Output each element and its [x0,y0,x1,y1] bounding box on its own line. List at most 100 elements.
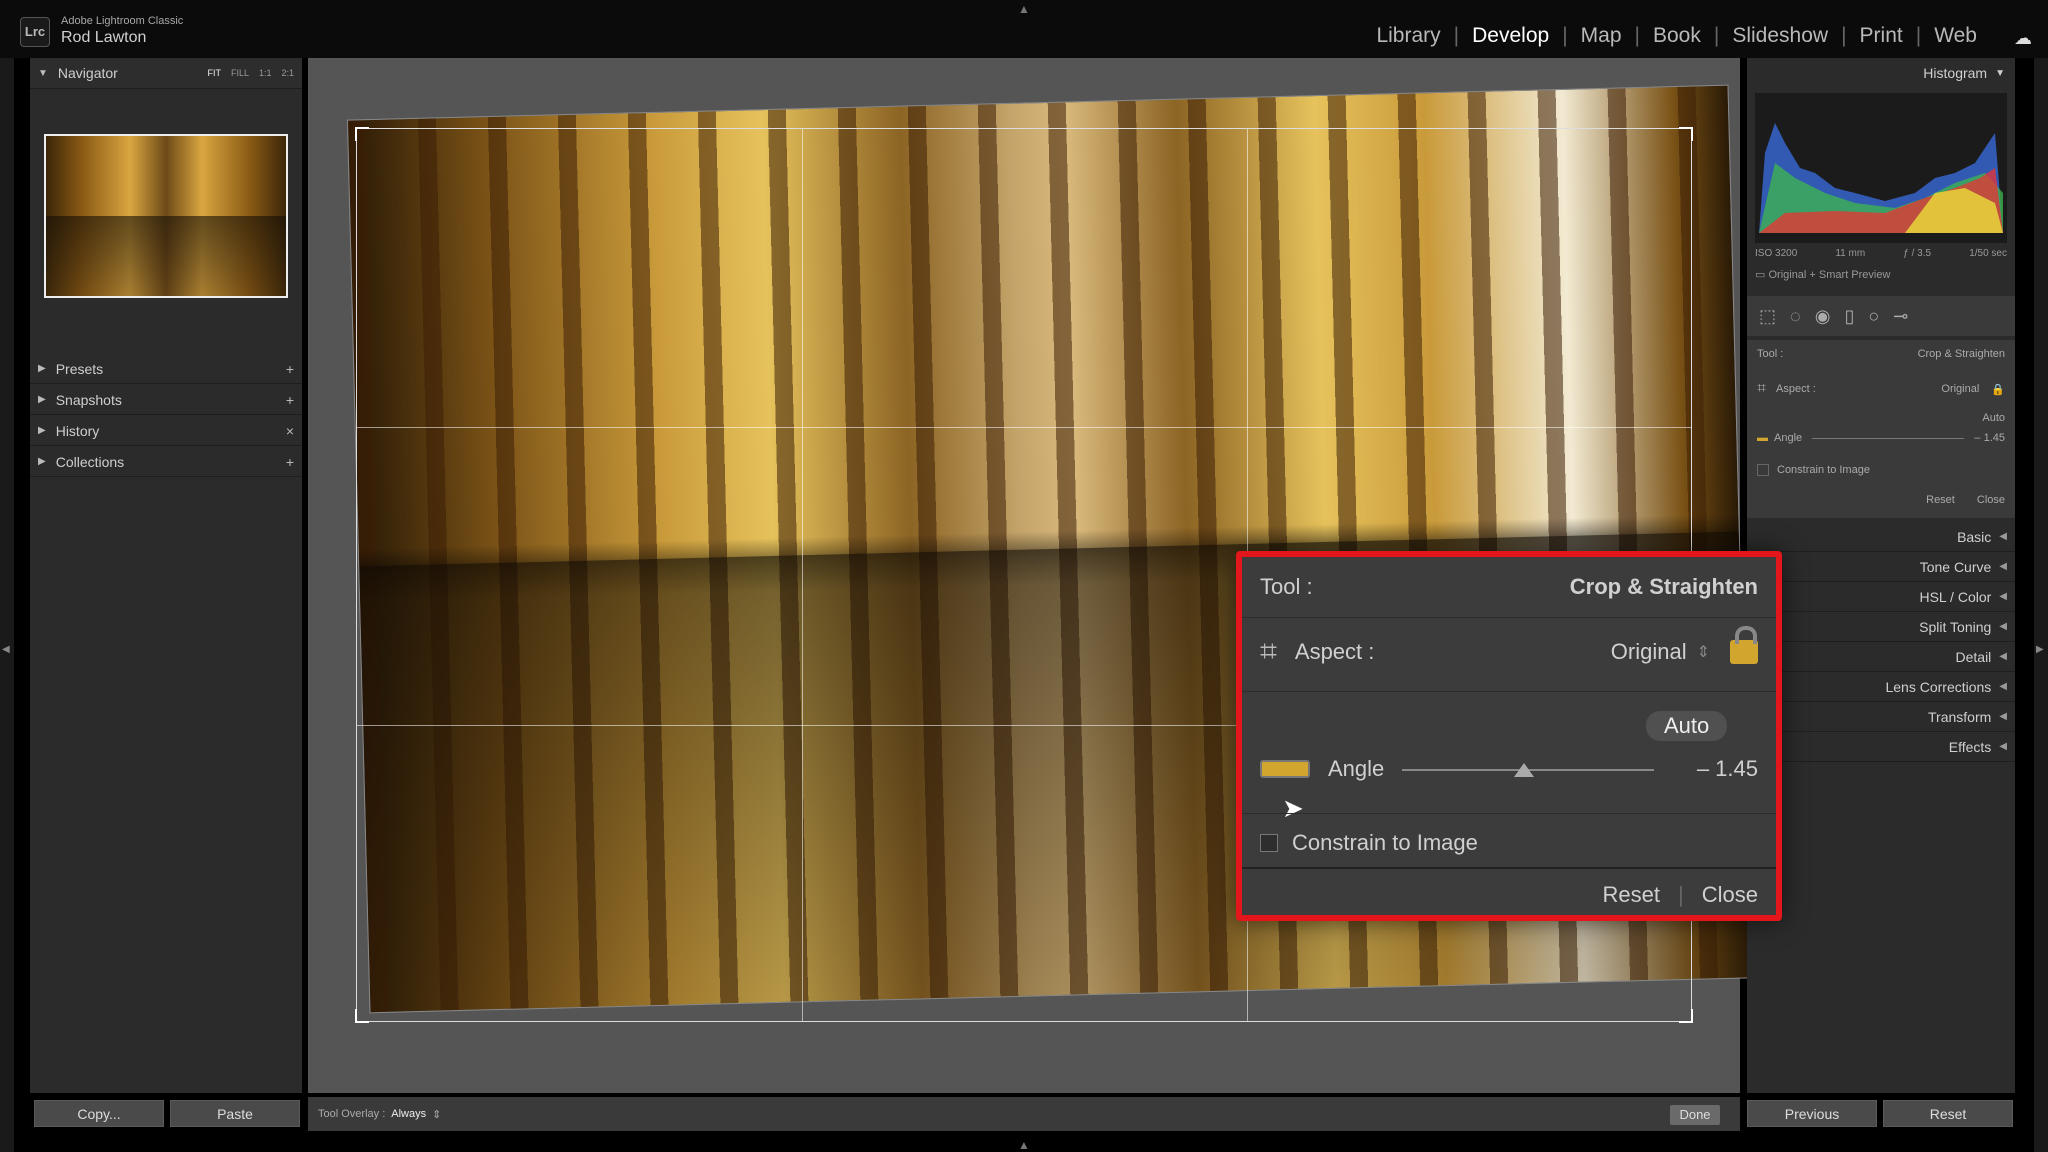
expand-triangle-icon: ▶ [38,425,46,436]
copy-settings-button[interactable]: Copy... [34,1100,164,1127]
aspect-lock-icon[interactable]: 🔒 [1991,383,2005,396]
module-print[interactable]: Print [1847,24,1916,48]
crop-reset-button[interactable]: Reset [1603,882,1660,908]
crop-close-button[interactable]: Close [1702,882,1758,908]
module-library[interactable]: Library [1363,24,1453,48]
divider [1242,813,1776,814]
preview-label: Original + Smart Preview [1768,269,1891,281]
angle-value[interactable]: – 1.45 [1697,756,1758,782]
navigator-header[interactable]: ▼ Navigator FIT FILL 1:1 2:1 [30,58,302,89]
zoom-fill[interactable]: FILL [231,68,249,78]
panel-effects[interactable]: Effects ◀ [1747,732,2015,762]
tool-overlay-select[interactable]: Always [391,1108,426,1120]
crop-reset-button[interactable]: Reset [1926,494,1955,506]
left-panel: ▼ Navigator FIT FILL 1:1 2:1 ▶ Presets + ▶… [30,58,302,1093]
panel-label: HSL / Color [1919,588,1992,605]
add-snapshot-button[interactable]: + [286,392,294,408]
previous-button[interactable]: Previous [1747,1100,1877,1127]
panel-presets[interactable]: ▶ Presets + [30,354,302,384]
panel-collections[interactable]: ▶ Collections + [30,447,302,477]
straighten-level-icon[interactable] [1260,760,1310,778]
constrain-label: Constrain to Image [1777,464,1870,476]
panel-label: Split Toning [1919,618,1992,635]
adjustment-brush-icon[interactable]: ⊸ [1893,306,1908,327]
histogram[interactable] [1755,93,2007,243]
crop-close-button[interactable]: Close [1977,494,2005,506]
aspect-select[interactable]: Original [1941,383,1979,395]
aspect-lock-icon[interactable] [1730,626,1758,664]
histogram-header[interactable]: Histogram ▼ [1747,58,2015,88]
histogram-graph [1759,123,2003,233]
crop-handle[interactable] [1679,127,1693,141]
crop-frame-icon[interactable]: ⌗ [1260,635,1277,669]
aspect-select[interactable]: Original [1611,639,1687,665]
add-preset-button[interactable]: + [286,361,294,377]
module-slideshow[interactable]: Slideshow [1719,24,1841,48]
navigator-zoom-options: FIT FILL 1:1 2:1 [207,68,294,78]
aspect-label: Aspect : [1294,639,1375,664]
radial-filter-icon[interactable]: ○ [1868,306,1879,327]
auto-straighten-button[interactable]: Auto [1646,711,1728,741]
crop-grid-line [802,129,803,1021]
expand-triangle-icon: ◀ [1999,741,2007,752]
right-panel: Histogram ▼ ISO 3200 11 mm ƒ / 3.5 1/50 … [1747,58,2015,1093]
angle-slider-thumb[interactable] [1513,763,1534,777]
constrain-label: Constrain to Image [1292,830,1478,855]
auto-straighten-button[interactable]: Auto [1982,412,2005,424]
panel-transform[interactable]: Transform ◀ [1747,702,2015,732]
divider [1242,867,1776,869]
collapse-bottom-arrow-icon[interactable]: ▲ [1018,1138,1030,1152]
exif-info: ISO 3200 11 mm ƒ / 3.5 1/50 sec [1755,248,2007,259]
collapse-triangle-icon: ▼ [38,67,48,79]
expand-triangle-icon: ◀ [1999,591,2007,602]
crop-handle[interactable] [355,1009,369,1023]
straighten-level-icon[interactable]: ▬ [1757,432,1768,444]
add-collection-button[interactable]: + [286,454,294,470]
constrain-checkbox[interactable] [1260,834,1278,852]
module-map[interactable]: Map [1568,24,1635,48]
reset-button[interactable]: Reset [1883,1100,2013,1127]
spot-removal-icon[interactable]: ◌ [1790,306,1801,327]
red-eye-icon[interactable]: ◉ [1815,306,1831,327]
panel-label: Transform [1928,708,1992,725]
crop-frame-icon[interactable]: ⌗ [1757,380,1766,398]
cloud-sync-icon[interactable]: ☁ [2014,28,2032,49]
panel-basic[interactable]: Basic ◀ [1747,522,2015,552]
angle-value[interactable]: – 1.45 [1974,432,2005,444]
navigator-preview[interactable] [44,134,288,298]
zoom-1-1[interactable]: 1:1 [259,68,272,78]
panel-label: Collections [55,453,125,470]
panel-label: Detail [1955,648,1992,665]
angle-slider[interactable] [1812,437,1965,439]
crop-handle[interactable] [355,127,369,141]
crop-tool-icon[interactable]: ⬚ [1759,306,1776,327]
left-panel-toggle[interactable]: ◀ [0,58,14,1152]
panel-label: Snapshots [55,391,122,408]
collapse-top-arrow-icon[interactable]: ▲ [1018,2,1030,16]
crop-handle[interactable] [1679,1009,1693,1023]
constrain-checkbox[interactable] [1757,464,1769,476]
zoom-2-1[interactable]: 2:1 [281,68,294,78]
panel-detail[interactable]: Detail ◀ [1747,642,2015,672]
bottom-toolbar: Tool Overlay : Always ⇕ Done [308,1097,1740,1131]
paste-settings-button[interactable]: Paste [170,1100,300,1127]
collapse-triangle-icon: ▼ [1995,67,2005,79]
module-web[interactable]: Web [1921,24,1990,48]
panel-tone-curve[interactable]: Tone Curve ◀ [1747,552,2015,582]
module-book[interactable]: Book [1640,24,1714,48]
develop-tool-strip: ⬚ ◌ ◉ ▯ ○ ⊸ [1747,296,2015,336]
panel-snapshots[interactable]: ▶ Snapshots + [30,385,302,415]
module-develop[interactable]: Develop [1459,24,1562,48]
left-panel-list: ▶ Presets + ▶ Snapshots + ▶ History × ▶ Collect… [30,353,302,477]
divider [1242,691,1776,692]
clear-history-button[interactable]: × [286,423,294,439]
panel-split-toning[interactable]: Split Toning ◀ [1747,612,2015,642]
zoom-fit[interactable]: FIT [207,68,221,78]
panel-history[interactable]: ▶ History × [30,416,302,446]
right-panel-toggle[interactable]: ▶ [2034,58,2048,1152]
panel-lens-corrections[interactable]: Lens Corrections ◀ [1747,672,2015,702]
graduated-filter-icon[interactable]: ▯ [1844,306,1854,327]
panel-hsl-color[interactable]: HSL / Color ◀ [1747,582,2015,612]
tool-name: Crop & Straighten [1917,348,2005,360]
done-button[interactable]: Done [1670,1105,1720,1125]
